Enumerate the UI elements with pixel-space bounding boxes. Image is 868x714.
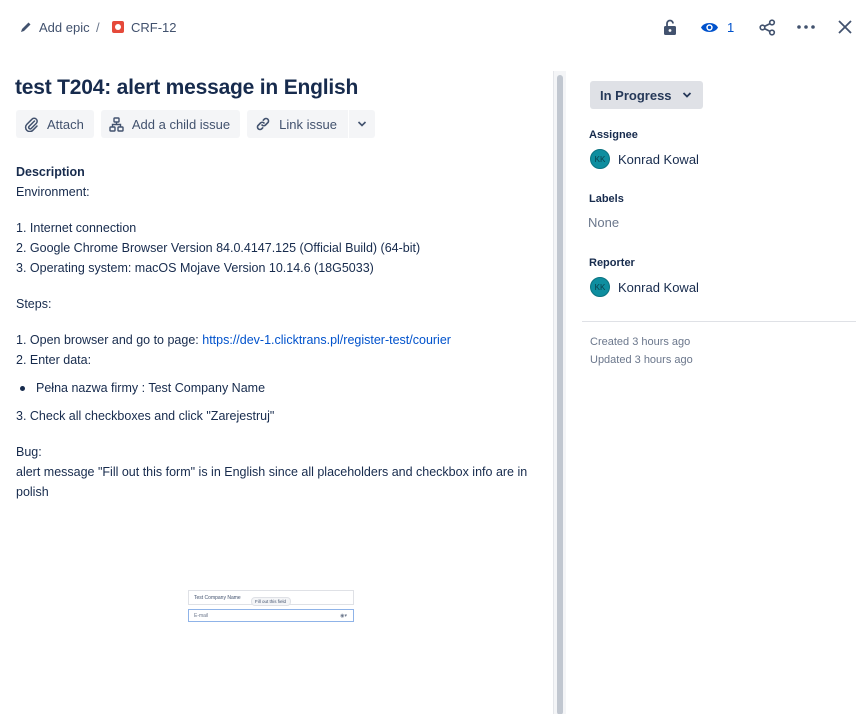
bug-icon — [112, 21, 124, 33]
assignee-field[interactable]: KK Konrad Kowal — [590, 149, 699, 169]
lock-icon[interactable] — [660, 16, 680, 38]
link-issue-dropdown[interactable] — [348, 110, 375, 138]
step-2: 2. Enter data: — [16, 353, 92, 367]
avatar: KK — [590, 277, 610, 297]
add-child-issue-button[interactable]: Add a child issue — [100, 110, 241, 138]
hierarchy-icon — [109, 116, 124, 132]
list-item: Pełna nazwa firmy : Test Company Name — [16, 378, 536, 398]
add-epic-link[interactable]: Add epic — [20, 18, 90, 36]
thumb-email-placeholder: E-mail — [194, 613, 209, 619]
eye-icon — [701, 22, 718, 32]
scrollbar[interactable] — [553, 71, 566, 714]
issue-key: CRF-12 — [131, 19, 177, 35]
step-1-text: 1. Open browser and go to page: — [16, 333, 203, 347]
issue-title[interactable]: test T204: alert message in English — [15, 76, 358, 100]
thumb-eye-icon: ◉▾ — [340, 613, 347, 619]
scrollbar-thumb[interactable] — [557, 75, 563, 714]
description: Description Environment: 1. Internet con… — [16, 162, 536, 502]
bullet-text: Pełna nazwa firmy : Test Company Name — [36, 381, 266, 395]
more-icon[interactable] — [795, 16, 817, 38]
add-epic-label: Add epic — [39, 19, 90, 35]
step-1: 1. Open browser and go to page: https://… — [16, 330, 536, 350]
env-item: 2. Google Chrome Browser Version 84.0.41… — [16, 241, 421, 255]
paperclip-icon — [24, 117, 38, 132]
thumb-email-field: E-mail ◉▾ — [188, 609, 354, 622]
bug-label: Bug: — [16, 445, 42, 459]
watch-count: 1 — [727, 19, 735, 35]
share-icon[interactable] — [756, 16, 778, 38]
bullet-dot — [20, 386, 25, 391]
attach-button[interactable]: Attach — [16, 110, 94, 138]
assignee-name: Konrad Kowal — [618, 151, 699, 167]
steps-label: Steps: — [16, 297, 52, 311]
issue-toolbar: Attach Add a child issue Link issue — [16, 110, 382, 138]
reporter-name: Konrad Kowal — [618, 279, 699, 295]
bug-text: alert message "Fill out this form" is in… — [16, 465, 528, 499]
labels-field[interactable]: None — [588, 215, 619, 230]
labels-label: Labels — [589, 193, 624, 205]
avatar: KK — [590, 149, 610, 169]
env-item: 1. Internet connection — [16, 221, 137, 235]
issue-key-link[interactable]: CRF-12 — [112, 18, 177, 36]
env-item: 3. Operating system: macOS Mojave Versio… — [16, 261, 374, 275]
add-child-issue-label: Add a child issue — [131, 116, 231, 132]
created-time: Created 3 hours ago — [590, 336, 691, 348]
link-issue-label: Link issue — [279, 116, 337, 132]
status-label: In Progress — [600, 87, 672, 103]
close-icon[interactable] — [835, 16, 855, 38]
watch-button[interactable]: 1 — [700, 16, 736, 38]
status-dropdown[interactable]: In Progress — [590, 81, 703, 109]
updated-time: Updated 3 hours ago — [590, 354, 693, 366]
step-3: 3. Check all checkboxes and click "Zarej… — [16, 409, 275, 423]
reporter-field[interactable]: KK Konrad Kowal — [590, 277, 699, 297]
chevron-down-icon — [682, 92, 691, 98]
attach-label: Attach — [47, 116, 84, 132]
issue-header: Add epic / CRF-12 1 — [0, 0, 868, 54]
divider — [582, 321, 856, 322]
reporter-label: Reporter — [589, 257, 635, 269]
environment-label: Environment: — [16, 185, 90, 199]
assignee-label: Assignee — [589, 129, 638, 141]
link-issue-button[interactable]: Link issue — [247, 110, 348, 138]
thumb-tooltip: Fill out this field — [251, 597, 291, 606]
pencil-icon — [21, 22, 31, 32]
breadcrumb-separator: / — [96, 19, 100, 35]
chevron-down-icon — [357, 121, 367, 127]
attachment-thumbnail[interactable]: Test Company Name E-mail ◉▾ Fill out this… — [188, 590, 354, 623]
link-icon — [256, 117, 270, 131]
description-heading: Description — [16, 165, 85, 179]
register-link[interactable]: https://dev-1.clicktrans.pl/register-tes… — [202, 333, 451, 347]
